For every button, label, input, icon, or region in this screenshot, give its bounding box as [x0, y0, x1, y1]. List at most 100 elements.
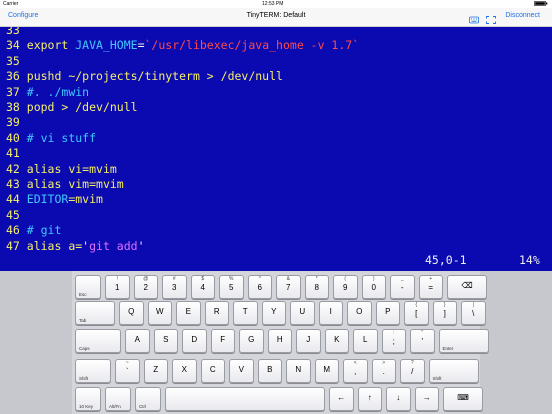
- key-label: .: [382, 367, 385, 376]
- key-enter[interactable]: Enter: [438, 329, 489, 353]
- key-shift-label: @: [143, 276, 149, 282]
- key-modifier-label: 10 Key: [79, 404, 94, 409]
- key-c[interactable]: C: [200, 359, 225, 383]
- terminal-text: alias vim=mvim: [26, 177, 124, 191]
- key-s[interactable]: S: [153, 329, 178, 353]
- key-label: L: [363, 335, 368, 344]
- terminal-line: 47 alias a='git add': [6, 239, 145, 254]
- disconnect-button[interactable]: Disconnect: [505, 12, 540, 19]
- key-caps[interactable]: Caps: [75, 329, 121, 353]
- key-d[interactable]: D: [182, 329, 207, 353]
- key-10key[interactable]: 10 Key: [75, 387, 101, 411]
- key-symbol[interactable]: →: [414, 387, 439, 411]
- key-label: R: [213, 307, 220, 316]
- key-symbol[interactable]: _ -: [390, 275, 415, 299]
- key-ctrl[interactable]: Ctrl: [135, 387, 161, 411]
- key-symbol[interactable]: ⌨: [443, 387, 483, 411]
- key-r[interactable]: R: [204, 301, 229, 325]
- key-o[interactable]: O: [347, 301, 372, 325]
- terminal-text: alias a=: [26, 238, 83, 253]
- key-shift-label: ^: [258, 276, 261, 282]
- key-space[interactable]: [165, 387, 325, 411]
- key-i[interactable]: I: [318, 301, 343, 325]
- key-m[interactable]: M: [314, 359, 339, 383]
- key-symbol[interactable]: <,: [343, 359, 368, 383]
- key-9[interactable]: (9: [333, 275, 358, 299]
- key-symbol[interactable]: ~ `: [115, 359, 140, 383]
- key-k[interactable]: K: [324, 329, 349, 353]
- key-symbol[interactable]: {[: [404, 301, 429, 325]
- key-label: 8: [314, 283, 319, 292]
- key-tab[interactable]: Tab: [75, 301, 115, 325]
- key-symbol[interactable]: ↑: [357, 387, 382, 411]
- key-label: B: [267, 365, 273, 374]
- key-u[interactable]: U: [290, 301, 315, 325]
- key-label: G: [248, 335, 255, 344]
- key-z[interactable]: Z: [143, 359, 168, 383]
- key-label: ←: [337, 393, 346, 402]
- key-f[interactable]: F: [210, 329, 235, 353]
- key-h[interactable]: H: [267, 329, 292, 353]
- key-esc[interactable]: Esc: [75, 275, 101, 299]
- key-label: 3: [172, 283, 177, 292]
- key-label: C: [209, 365, 216, 374]
- terminal-screen[interactable]: 45,0-1 14% 33 34 export JAVA_HOME=`/usr/l…: [0, 27, 552, 271]
- key-label: \: [472, 309, 475, 318]
- key-t[interactable]: T: [233, 301, 258, 325]
- terminal-text: 36: [6, 69, 27, 84]
- key-x[interactable]: X: [172, 359, 197, 383]
- key-6[interactable]: ^ 6: [247, 275, 272, 299]
- key-symbol[interactable]: " ': [410, 329, 435, 353]
- terminal-line: 37 #. ./mwin: [6, 85, 89, 100]
- terminal-line: 42 alias vi=mvim: [6, 162, 117, 177]
- key-b[interactable]: B: [257, 359, 282, 383]
- key-symbol[interactable]: | \: [461, 301, 486, 325]
- key-symbol[interactable]: }]: [432, 301, 457, 325]
- key-altfn[interactable]: Alt/Fn: [105, 387, 131, 411]
- key-shift[interactable]: Shift: [75, 359, 111, 383]
- key-a[interactable]: A: [125, 329, 150, 353]
- key-l[interactable]: L: [353, 329, 378, 353]
- key-j[interactable]: J: [296, 329, 321, 353]
- key-n[interactable]: N: [286, 359, 311, 383]
- key-1[interactable]: ! 1: [105, 275, 130, 299]
- key-w[interactable]: W: [147, 301, 172, 325]
- key-3[interactable]: #3: [162, 275, 187, 299]
- key-shift-label: ~: [125, 360, 129, 366]
- key-label: Q: [128, 307, 135, 316]
- key-symbol[interactable]: ←: [329, 387, 354, 411]
- key-label: 9: [343, 283, 348, 292]
- key-symbol[interactable]: :;: [381, 329, 406, 353]
- key-symbol[interactable]: ↓: [386, 387, 411, 411]
- key-e[interactable]: E: [176, 301, 201, 325]
- fullscreen-icon[interactable]: [486, 11, 496, 24]
- key-y[interactable]: Y: [261, 301, 286, 325]
- key-symbol[interactable]: >.: [371, 359, 396, 383]
- key-label: 2: [143, 283, 148, 292]
- key-label: -: [400, 283, 404, 292]
- key-symbol[interactable]: + =: [418, 275, 443, 299]
- key-symbol[interactable]: ⌫: [447, 275, 487, 299]
- key-v[interactable]: V: [229, 359, 254, 383]
- key-shift-label: %: [229, 276, 234, 282]
- key-q[interactable]: Q: [119, 301, 144, 325]
- key-7[interactable]: & 7: [276, 275, 301, 299]
- terminal-text: export: [26, 38, 76, 53]
- key-2[interactable]: @2: [133, 275, 158, 299]
- key-5[interactable]: % 5: [219, 275, 244, 299]
- terminal-text: 35: [6, 53, 20, 68]
- key-label: 6: [257, 283, 262, 292]
- key-label: F: [220, 335, 226, 344]
- key-symbol[interactable]: ? /: [400, 359, 425, 383]
- keyboard-icon[interactable]: [469, 11, 479, 24]
- key-8[interactable]: * 8: [304, 275, 329, 299]
- key-p[interactable]: P: [375, 301, 400, 325]
- key-4[interactable]: $4: [190, 275, 215, 299]
- key-g[interactable]: G: [239, 329, 264, 353]
- key-label: H: [276, 335, 283, 344]
- key-shift[interactable]: Shift: [428, 359, 479, 383]
- key-label: N: [295, 365, 302, 374]
- key-0[interactable]: ) 0: [361, 275, 386, 299]
- key-label: ⌫: [461, 281, 473, 290]
- key-label: `: [125, 367, 129, 376]
